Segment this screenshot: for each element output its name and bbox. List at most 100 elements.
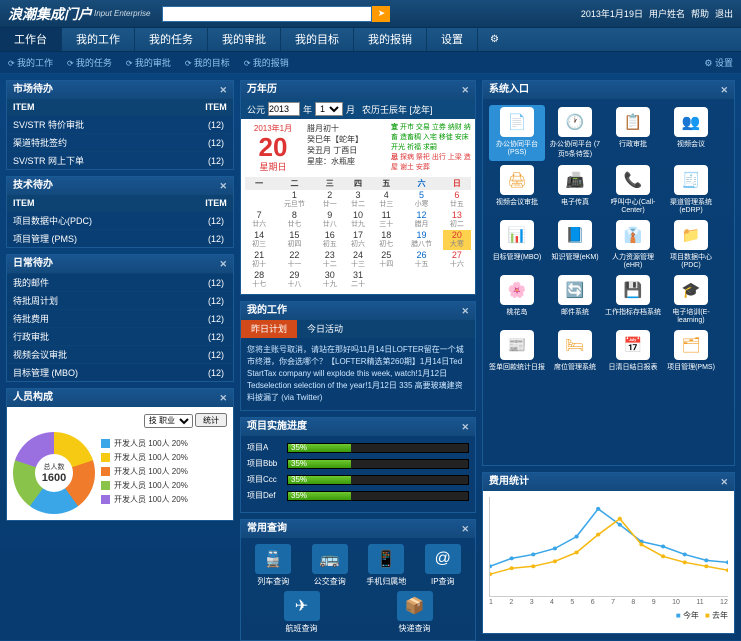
calendar-day[interactable]: 29十八 [273,270,315,290]
query-item[interactable]: 📦快递查询 [391,591,439,634]
list-item[interactable]: 目标管理 (MBO)(12) [7,363,233,381]
subnav-link[interactable]: 我的目标 [185,56,230,69]
list-item[interactable]: 项目数据中心(PDC)(12) [7,211,233,229]
nav-tab[interactable]: 工作台 [0,28,62,51]
subnav-settings[interactable]: ⚙ 设置 [704,56,733,69]
calendar-day[interactable]: 30十九 [316,270,344,290]
calendar-day[interactable] [372,270,400,290]
app-icon[interactable]: 🔄邮件系统 [547,273,603,326]
calendar-day[interactable]: 21初十 [245,250,273,270]
list-item[interactable]: SV/STR 特价审批(12) [7,115,233,133]
app-icon[interactable]: 🖨视频会议审批 [489,163,545,216]
calendar-day[interactable]: 25十四 [372,250,400,270]
nav-tab[interactable]: 我的工作 [62,28,135,51]
close-icon[interactable]: ✕ [219,389,227,407]
calendar-day[interactable]: 31二十 [344,270,372,290]
app-icon[interactable]: 🎓电子培训(E-learning) [663,273,719,326]
subnav-link[interactable]: 我的审批 [126,56,171,69]
subnav-link[interactable]: 我的报销 [244,56,289,69]
app-icon[interactable]: 🧾渠道管理系统(eDRP) [663,163,719,216]
app-icon[interactable]: 📅日清日结日报表 [605,328,661,374]
app-icon[interactable]: 📊目标管理(MBO) [489,218,545,271]
app-icon[interactable]: 📞呼叫中心(Call-Center) [605,163,661,216]
calendar-day[interactable]: 17初六 [344,230,372,250]
calendar-day[interactable]: 20大寒 [443,230,471,250]
app-icon[interactable]: 📁项目数据中心(PDC) [663,218,719,271]
topbar-help[interactable]: 帮助 [691,7,709,20]
close-icon[interactable]: ✕ [461,418,469,436]
close-icon[interactable]: ✕ [461,520,469,538]
gear-icon[interactable]: ⚙ [482,28,507,51]
app-icon[interactable]: 🗂项目管理(PMS) [663,328,719,374]
calendar-day[interactable] [400,270,442,290]
calendar-day[interactable]: 11三十 [372,210,400,230]
nav-tab[interactable]: 设置 [427,28,478,51]
app-icon[interactable]: 📰签单回款统计日报 [489,328,545,374]
calendar-day[interactable]: 23十二 [316,250,344,270]
app-icon[interactable]: 📄办公协同平台(PSS) [489,105,545,161]
subnav-link[interactable]: 我的任务 [67,56,112,69]
query-item[interactable]: 🚆列车查询 [249,544,297,587]
calendar-day[interactable] [245,190,273,210]
calendar-day[interactable] [443,270,471,290]
calendar-day[interactable]: 18初七 [372,230,400,250]
calendar-day[interactable]: 1元旦节 [273,190,315,210]
list-item[interactable]: 待批周计划(12) [7,291,233,309]
calendar-day[interactable]: 16初五 [316,230,344,250]
list-item[interactable]: 项目管理 (PMS)(12) [7,229,233,247]
search-button[interactable]: ➤ [372,6,390,22]
calendar-day[interactable]: 27十六 [443,250,471,270]
subnav-link[interactable]: 我的工作 [8,56,53,69]
calendar-day[interactable]: 7廿六 [245,210,273,230]
nav-tab[interactable]: 我的报销 [354,28,427,51]
close-icon[interactable]: ✕ [219,255,227,273]
query-item[interactable]: @IP查询 [419,544,467,587]
calendar-day[interactable]: 24十三 [344,250,372,270]
staff-filter[interactable]: 技 职业 [144,414,193,428]
app-icon[interactable]: 👔人力资源管理(eHR) [605,218,661,271]
calendar-day[interactable]: 14初三 [245,230,273,250]
calendar-day[interactable]: 15初四 [273,230,315,250]
close-icon[interactable]: ✕ [461,302,469,320]
list-item[interactable]: 渠道特批签约(12) [7,133,233,151]
mywork-tab[interactable]: 昨日计划 [241,320,297,338]
topbar-logout[interactable]: 退出 [715,7,733,20]
nav-tab[interactable]: 我的任务 [135,28,208,51]
list-item[interactable]: SV/STR 网上下单(12) [7,151,233,169]
calendar-day[interactable]: 4廿三 [372,190,400,210]
app-icon[interactable]: 👥视频会议 [663,105,719,161]
close-icon[interactable]: ✕ [461,81,469,99]
app-icon[interactable]: 🛏席位管理系统 [547,328,603,374]
list-item[interactable]: 我的邮件(12) [7,273,233,291]
calendar-day[interactable]: 2廿一 [316,190,344,210]
app-icon[interactable]: 💾工作指标存档系统 [605,273,661,326]
calendar-day[interactable]: 12腊月 [400,210,442,230]
calendar-day[interactable]: 10廿九 [344,210,372,230]
app-icon[interactable]: 📋行政审批 [605,105,661,161]
list-item[interactable]: 行政审批(12) [7,327,233,345]
close-icon[interactable]: ✕ [219,81,227,99]
app-icon[interactable]: 📘知识管理(eKM) [547,218,603,271]
calendar-day[interactable]: 3廿二 [344,190,372,210]
close-icon[interactable]: ✕ [720,473,728,491]
calendar-day[interactable]: 8廿七 [273,210,315,230]
app-icon[interactable]: 📠电子传真 [547,163,603,216]
calendar-day[interactable]: 6廿五 [443,190,471,210]
cal-month-select[interactable]: 1 [315,102,343,116]
mywork-tab[interactable]: 今日活动 [297,320,353,338]
calendar-day[interactable]: 28十七 [245,270,273,290]
calendar-day[interactable]: 9廿八 [316,210,344,230]
query-item[interactable]: 📱手机归属地 [362,544,410,587]
calendar-day[interactable]: 19腊八节 [400,230,442,250]
query-item[interactable]: 🚌公交查询 [306,544,354,587]
close-icon[interactable]: ✕ [720,81,728,99]
search-input[interactable] [162,6,372,22]
nav-tab[interactable]: 我的审批 [208,28,281,51]
calendar-day[interactable]: 5小寒 [400,190,442,210]
nav-tab[interactable]: 我的目标 [281,28,354,51]
list-item[interactable]: 视频会议审批(12) [7,345,233,363]
calendar-day[interactable]: 26十五 [400,250,442,270]
close-icon[interactable]: ✕ [219,177,227,195]
calendar-day[interactable]: 13初二 [443,210,471,230]
list-item[interactable]: 待批费用(12) [7,309,233,327]
